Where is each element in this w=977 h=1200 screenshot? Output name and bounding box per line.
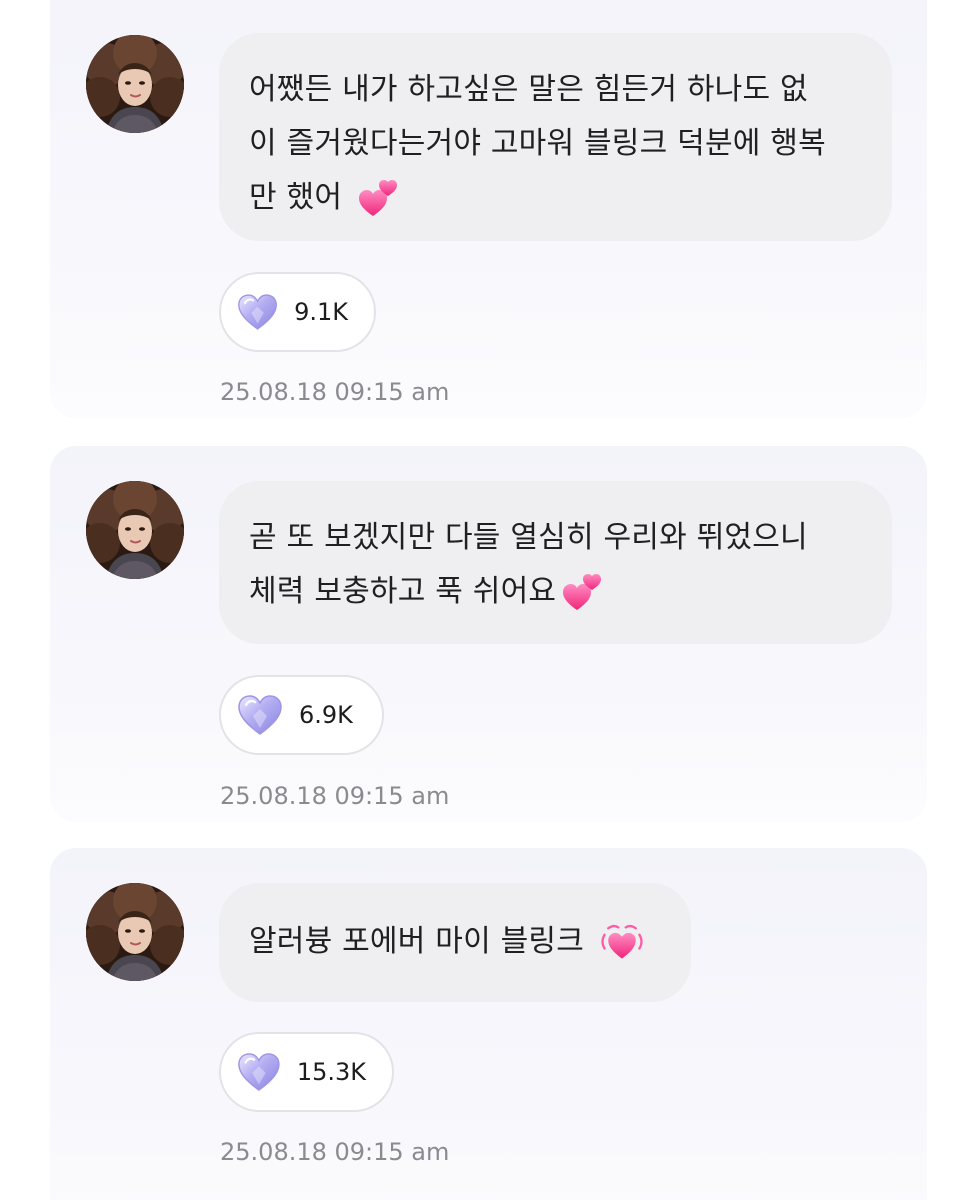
timestamp: 25.08.18 09:15 am <box>220 1138 450 1166</box>
message-text: 어쨌든 내가 하고싶은 말은 힘든거 하나도 없 이 즐거웠다는거야 고마워 블… <box>249 72 826 215</box>
message-card: 어쨌든 내가 하고싶은 말은 힘든거 하나도 없 이 즐거웠다는거야 고마워 블… <box>50 0 927 418</box>
like-count: 15.3K <box>296 1058 366 1086</box>
message-text: 알러븅 포에버 마이 블링크 <box>249 924 594 959</box>
avatar[interactable] <box>86 481 184 579</box>
profile-photo <box>86 481 184 579</box>
message-bubble: 어쨌든 내가 하고싶은 말은 힘든거 하나도 없 이 즐거웠다는거야 고마워 블… <box>219 33 892 241</box>
timestamp: 25.08.18 09:15 am <box>220 782 450 810</box>
like-button[interactable]: 6.9K <box>219 675 384 755</box>
heart-icon <box>237 1051 281 1093</box>
message-card: 알러븅 포에버 마이 블링크 15.3K 25.08.18 09:15 am <box>50 848 927 1200</box>
heart-icon <box>237 694 283 736</box>
like-button[interactable]: 9.1K <box>219 272 376 352</box>
message-card: 곧 또 보겠지만 다들 열심히 우리와 뛰었으니 체력 보충하고 푹 쉬어요 6… <box>50 446 927 822</box>
message-bubble: 곧 또 보겠지만 다들 열심히 우리와 뛰었으니 체력 보충하고 푹 쉬어요 <box>219 481 892 644</box>
two-hearts-icon <box>358 179 398 219</box>
timestamp: 25.08.18 09:15 am <box>220 378 450 406</box>
message-bubble: 알러븅 포에버 마이 블링크 <box>219 883 691 1002</box>
message-feed: 어쨌든 내가 하고싶은 말은 힘든거 하나도 없 이 즐거웠다는거야 고마워 블… <box>0 0 977 1200</box>
like-count: 9.1K <box>294 298 348 326</box>
beating-heart-icon <box>600 923 644 963</box>
message-text: 곧 또 보겠지만 다들 열심히 우리와 뛰었으니 체력 보충하고 푹 쉬어요 <box>249 520 808 609</box>
two-hearts-icon <box>562 573 602 613</box>
avatar[interactable] <box>86 883 184 981</box>
heart-icon <box>237 291 278 333</box>
like-button[interactable]: 15.3K <box>219 1032 394 1112</box>
avatar[interactable] <box>86 35 184 133</box>
profile-photo <box>86 883 184 981</box>
like-count: 6.9K <box>299 701 353 729</box>
profile-photo <box>86 35 184 133</box>
